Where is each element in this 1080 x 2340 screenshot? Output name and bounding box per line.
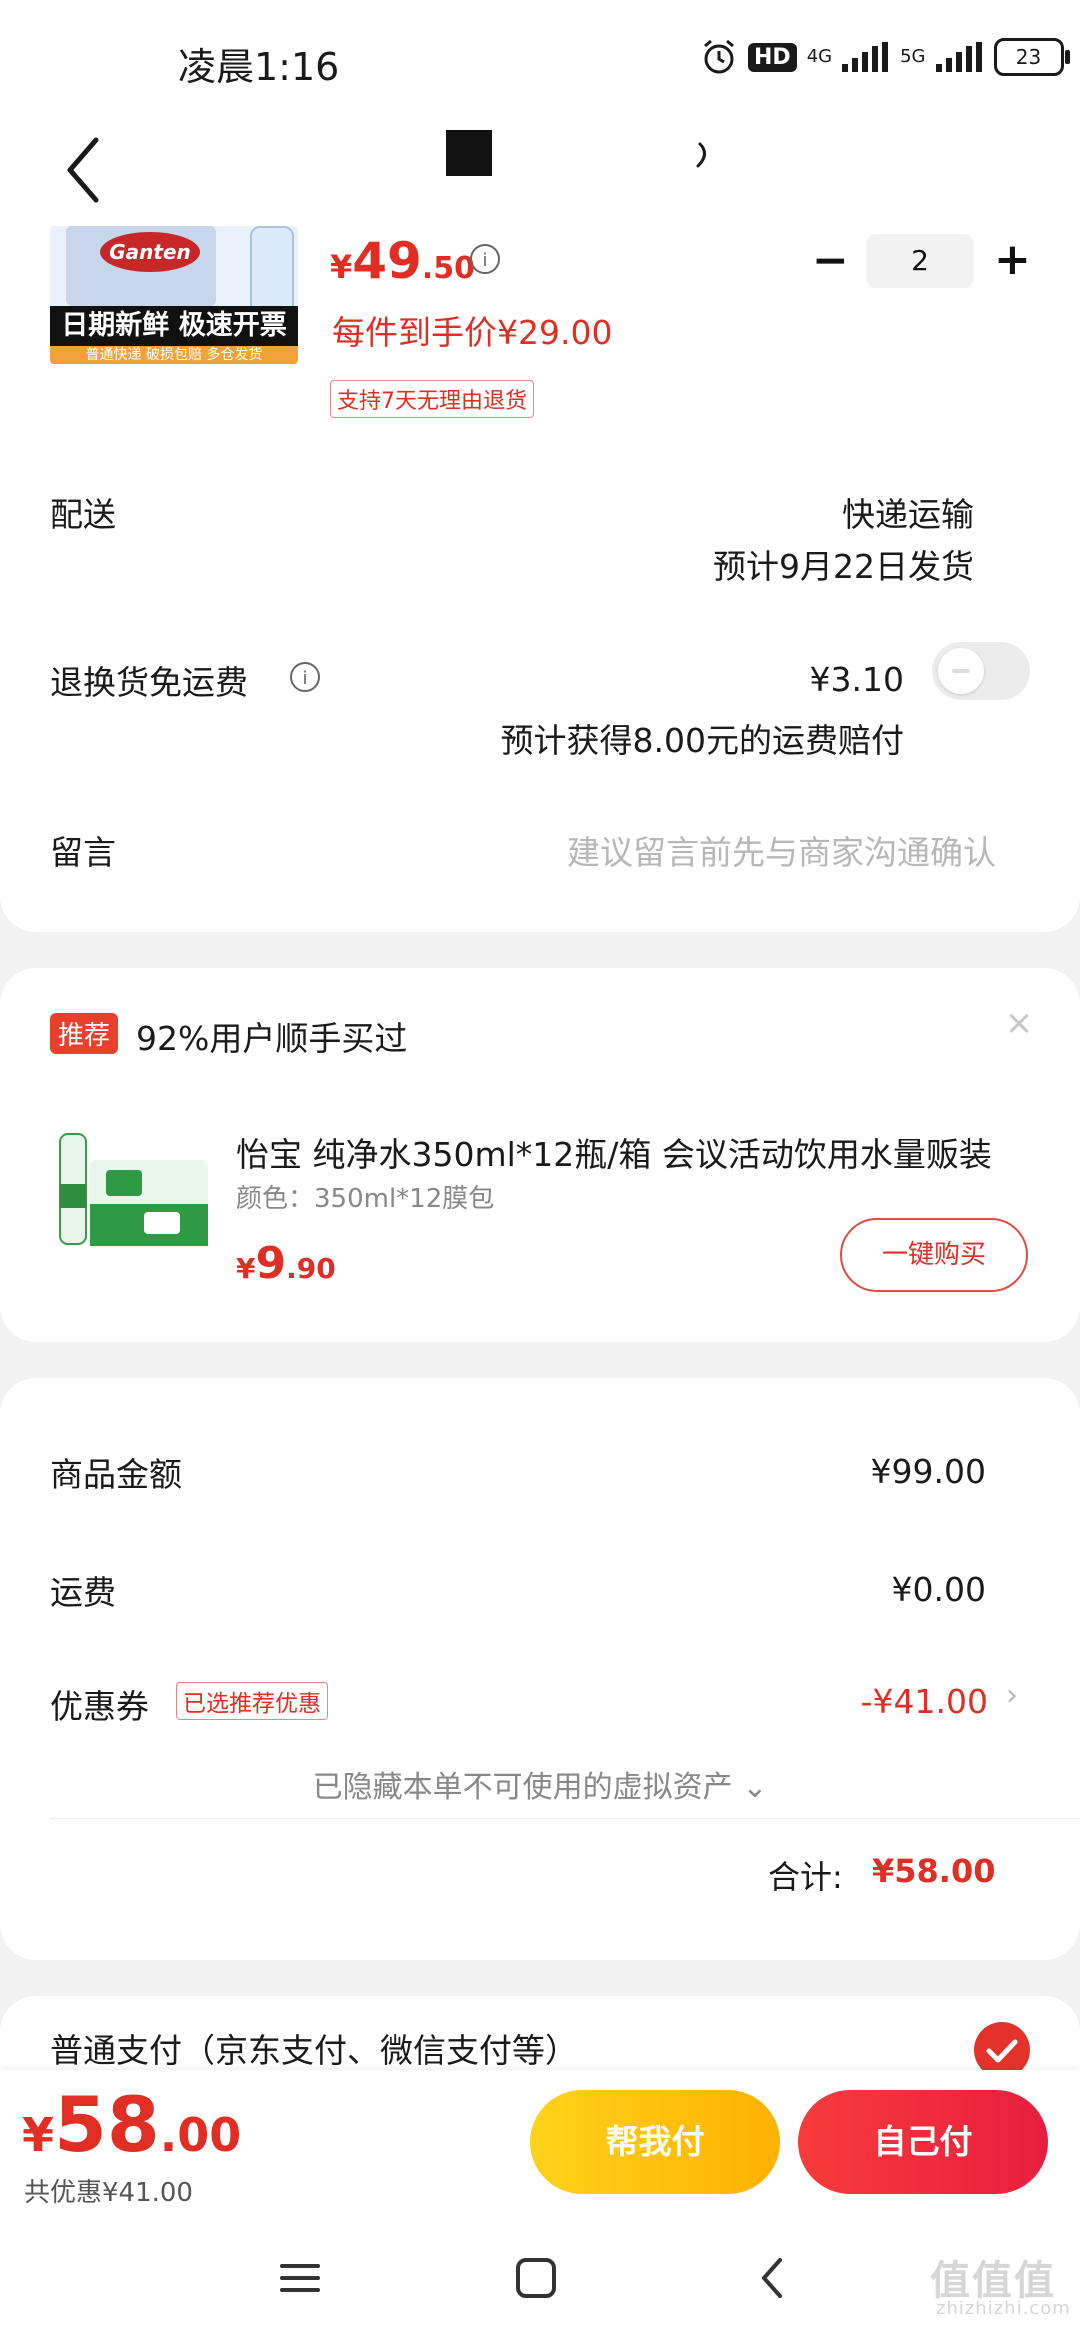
chevron-down-icon: ⌄ <box>742 1770 768 1805</box>
status-icons: HD 4G 5G 23 <box>700 38 1070 76</box>
recommend-product-price: ¥9.90 <box>236 1238 336 1289</box>
top-nav-bar <box>0 120 1080 220</box>
coupon-label: 优惠券 <box>50 1687 149 1726</box>
alarm-icon <box>704 39 734 74</box>
help-pay-button[interactable]: 帮我付 <box>530 2090 780 2194</box>
shipping-fee-value: ¥0.00 <box>891 1570 986 1609</box>
recommend-title: 92%用户顺手买过 <box>136 1019 408 1058</box>
back-icon[interactable] <box>734 2248 814 2308</box>
goods-amount-value: ¥99.00 <box>870 1452 986 1491</box>
recommend-product-image[interactable] <box>56 1124 212 1254</box>
recommend-product-name[interactable]: 怡宝 纯净水350ml*12瓶/箱 会议活动饮用水量贩装 <box>236 1128 1016 1176</box>
battery-icon: 23 <box>993 38 1070 76</box>
message-input[interactable]: 建议留言前先与商家沟通确认 <box>520 826 996 874</box>
toggle-knob <box>938 648 984 694</box>
price-info-icon[interactable]: i <box>470 244 500 274</box>
delivery-label: 配送 <box>50 495 116 534</box>
return-shipping-info-icon[interactable]: i <box>290 662 320 692</box>
header-mark-icon <box>696 142 706 168</box>
network-4g-label: 4G <box>806 46 833 67</box>
signal-icon <box>842 42 890 72</box>
signal-icon <box>935 42 984 72</box>
payment-method-label[interactable]: 普通支付（京东支付、微信支付等） <box>50 2024 578 2072</box>
product-brand-logo: Ganten <box>100 232 200 272</box>
return-shipping-toggle[interactable] <box>932 642 1030 700</box>
hidden-assets-toggle[interactable]: 已隐藏本单不可使用的虚拟资产 ⌄ <box>0 1762 1080 1806</box>
home-icon[interactable] <box>496 2248 576 2308</box>
quantity-input[interactable]: 2 <box>866 234 974 288</box>
total-label: 合计: <box>768 1858 843 1896</box>
chevron-right-icon[interactable]: › <box>1006 1678 1018 1713</box>
header-obscured-block <box>446 130 492 176</box>
product-price: ¥49.50 <box>330 232 476 290</box>
back-arrow-icon[interactable] <box>56 132 116 208</box>
shipping-fee-label: 运费 <box>50 1573 116 1612</box>
hd-badge: HD <box>748 42 797 72</box>
recommend-product-variant: 颜色：350ml*12膜包 <box>236 1184 495 1214</box>
total-value: ¥58.00 <box>872 1852 996 1890</box>
delivery-method: 快递运输 <box>842 495 974 534</box>
goods-amount-label: 商品金额 <box>50 1455 182 1494</box>
return-shipping-price: ¥3.10 <box>809 660 904 699</box>
recommend-tag: 推荐 <box>50 1013 119 1054</box>
checkout-total: ¥58.00 <box>22 2080 242 2169</box>
quantity-decrease-button[interactable]: − <box>812 239 849 283</box>
watermark-url: zhizhizhi.com <box>936 2298 1071 2319</box>
coupon-value[interactable]: -¥41.00 <box>700 1682 988 1721</box>
unit-price: 每件到手价¥29.00 <box>332 313 613 352</box>
message-label: 留言 <box>50 833 116 872</box>
product-image-subbanner: 普通快递 破损包赔 多仓发货 <box>50 346 298 364</box>
quantity-increase-button[interactable]: + <box>994 238 1031 282</box>
divider <box>50 1818 1080 1819</box>
delivery-eta: 预计9月22日发货 <box>713 547 974 586</box>
return-policy-tag: 支持7天无理由退货 <box>330 380 534 418</box>
self-pay-button[interactable]: 自己付 <box>798 2090 1048 2194</box>
product-thumbnail[interactable]: Ganten 日期新鲜 极速开票 普通快递 破损包赔 多仓发货 <box>50 226 298 364</box>
close-icon[interactable]: × <box>1004 1006 1034 1040</box>
status-clock: 凌晨1:16 <box>178 45 340 89</box>
product-image-banner: 日期新鲜 极速开票 <box>50 306 298 346</box>
total-savings: 共优惠¥41.00 <box>24 2178 193 2208</box>
coupon-selected-tag: 已选推荐优惠 <box>176 1682 328 1720</box>
return-shipping-note: 预计获得8.00元的运费赔付 <box>500 721 904 760</box>
one-click-buy-button[interactable]: 一键购买 <box>840 1218 1028 1292</box>
menu-icon[interactable] <box>260 2248 340 2308</box>
return-shipping-label: 退换货免运费 <box>50 663 248 702</box>
network-5g-label: 5G <box>900 46 926 67</box>
